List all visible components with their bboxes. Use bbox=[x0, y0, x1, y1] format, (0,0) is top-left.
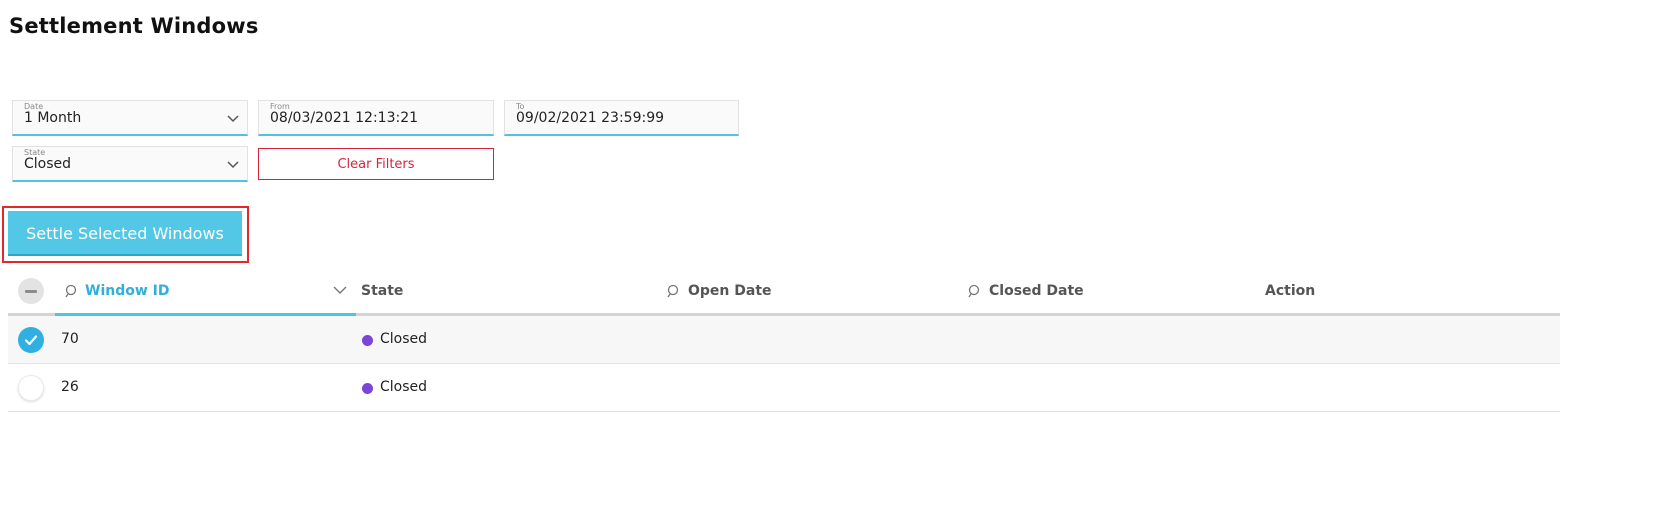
chevron-down-icon bbox=[227, 115, 239, 123]
from-date-input[interactable]: From 08/03/2021 12:13:21 bbox=[258, 100, 494, 136]
table-header: Window ID State Open Date Closed Date Ac… bbox=[8, 270, 1560, 316]
state-dot bbox=[362, 335, 373, 346]
table-row[interactable]: 70 Closed bbox=[8, 316, 1560, 364]
row-checkbox[interactable] bbox=[18, 375, 44, 401]
clear-filters-button[interactable]: Clear Filters bbox=[258, 148, 494, 180]
state-cell: Closed bbox=[380, 379, 428, 395]
state-filter-value: Closed bbox=[24, 156, 72, 172]
date-range-select[interactable]: Date 1 Month bbox=[12, 100, 248, 136]
from-filter-value: 08/03/2021 12:13:21 bbox=[270, 110, 419, 126]
to-filter-value: 09/02/2021 23:59:99 bbox=[516, 110, 665, 126]
date-filter-value: 1 Month bbox=[24, 110, 82, 126]
checkmark-icon bbox=[24, 335, 38, 346]
window-id-cell: 26 bbox=[61, 379, 79, 395]
row-checkbox[interactable] bbox=[18, 327, 44, 353]
table-row[interactable]: 26 Closed bbox=[8, 364, 1560, 412]
column-header-state[interactable]: State bbox=[361, 283, 403, 299]
to-date-input[interactable]: To 09/02/2021 23:59:99 bbox=[504, 100, 739, 136]
state-select[interactable]: State Closed bbox=[12, 146, 248, 182]
search-icon[interactable] bbox=[65, 284, 79, 298]
column-header-open-date[interactable]: Open Date bbox=[688, 283, 772, 299]
chevron-down-icon bbox=[227, 161, 239, 169]
window-id-cell: 70 bbox=[61, 331, 79, 347]
column-header-window-id[interactable]: Window ID bbox=[85, 283, 170, 299]
page-title: Settlement Windows bbox=[9, 14, 259, 38]
search-icon[interactable] bbox=[968, 284, 982, 298]
state-dot bbox=[362, 383, 373, 394]
column-header-action: Action bbox=[1265, 283, 1316, 299]
chevron-down-icon[interactable] bbox=[333, 285, 347, 295]
state-cell: Closed bbox=[380, 331, 428, 347]
search-icon[interactable] bbox=[667, 284, 681, 298]
settle-selected-windows-button[interactable]: Settle Selected Windows bbox=[8, 211, 242, 256]
minus-icon bbox=[25, 290, 37, 293]
column-header-closed-date[interactable]: Closed Date bbox=[989, 283, 1084, 299]
select-all-checkbox[interactable] bbox=[18, 278, 44, 304]
